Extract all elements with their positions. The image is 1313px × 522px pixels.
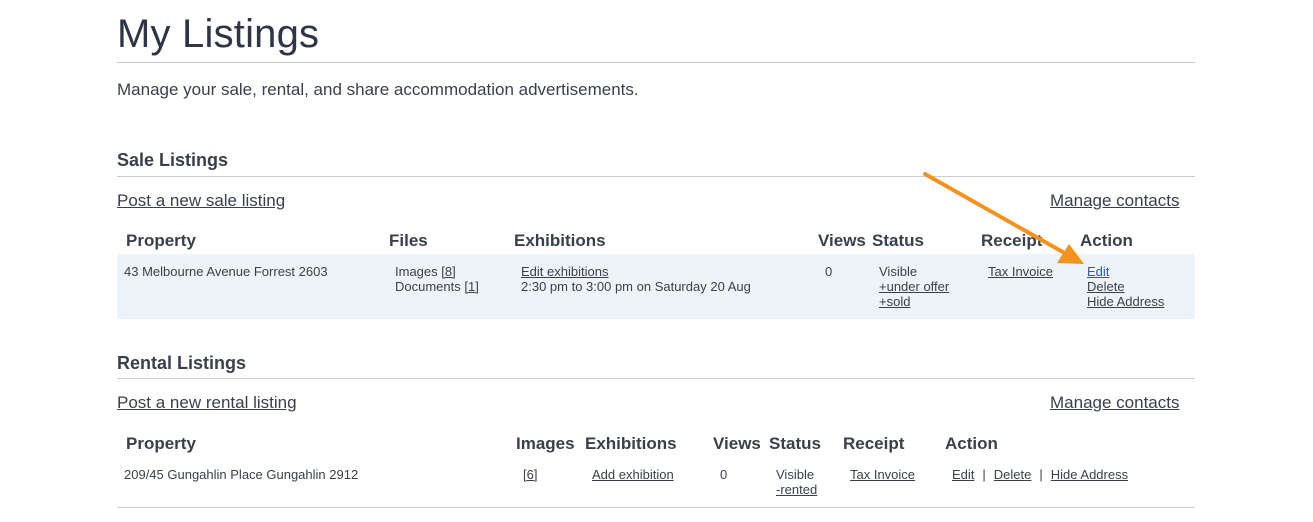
arrow-pointer-icon bbox=[923, 172, 1084, 264]
